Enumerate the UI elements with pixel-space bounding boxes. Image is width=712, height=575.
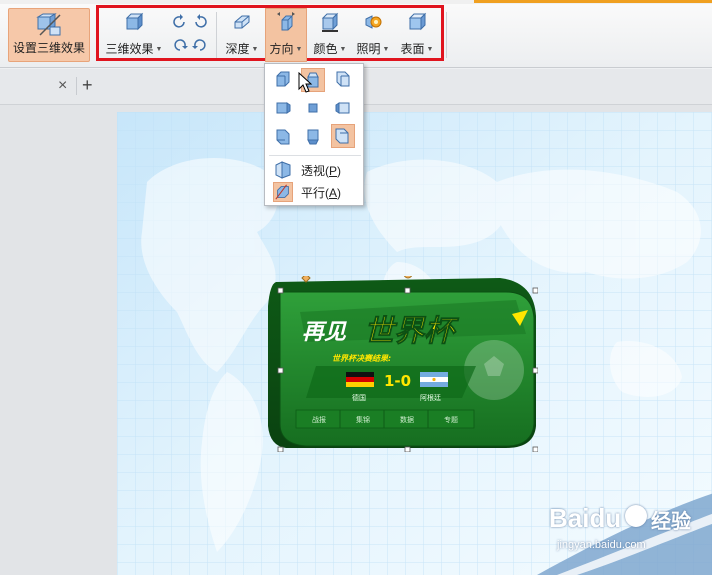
resize-handle[interactable] [277,287,284,294]
parallel-icon [273,182,293,202]
banner-tab-4: 专题 [444,415,458,424]
title-accent [474,0,712,3]
direction-menu: 透视(P) 平行(A) [264,63,364,206]
argentina-flag-icon [420,372,448,387]
banner-subtitle: 世界杯决赛结果: [332,354,391,363]
mouse-cursor-icon [298,72,313,93]
banner-title-yellow: 世界杯 [364,314,460,349]
direction-bottom-icon [307,129,319,145]
new-tab-icon[interactable]: + [82,75,100,95]
tab-divider [76,77,77,95]
resize-handle[interactable] [532,367,538,374]
close-tab-icon[interactable]: × [58,77,74,95]
resize-handle[interactable] [404,446,411,452]
rotation-handle[interactable] [403,276,413,279]
menu-divider [269,155,361,156]
3d-color-icon [321,12,339,32]
direction-none-icon [308,103,318,113]
separator [446,12,447,58]
chevron-down-icon: ▼ [251,46,259,54]
color-dropdown[interactable]: 颜色 ▼ [310,10,350,60]
resize-handle[interactable] [532,446,538,452]
tilt-down-icon[interactable] [172,38,188,54]
direction-left-icon [276,102,291,114]
direction-option[interactable] [301,124,325,148]
resize-handle[interactable] [277,446,284,452]
ribbon-toolbar: 设置三维效果 三维效果 ▼ 深度 ▼ 方向 ▼ 颜色 ▼ 照明 ▼ 表面 ▼ [0,4,712,68]
adjust-handle[interactable] [301,276,311,283]
perspective-label: 透视 [301,164,326,178]
parallel-hotkey: A [329,186,338,200]
banner-tab-3: 数据 [400,415,414,424]
score-text: 1-0 [384,372,411,390]
perspective-hotkey: P [329,164,338,178]
rotate-group [170,12,210,56]
surface-icon [408,12,427,31]
team-right-label: 阿根廷 [420,393,441,402]
direction-right-icon [335,102,350,114]
banner-tab-1: 战报 [312,415,326,424]
direction-option[interactable] [331,96,355,120]
lighting-dropdown[interactable]: 照明 ▼ [353,10,393,60]
chevron-down-icon: ▼ [339,46,347,54]
direction-top-left-icon [276,71,290,87]
direction-option[interactable] [331,124,355,148]
3d-banner-shape[interactable]: 再见 世界杯 世界杯决赛结果: 1-0 德国 阿根廷 战报 集锦 数据 专题 [266,276,538,452]
direction-option[interactable] [271,68,295,92]
chevron-down-icon: ▼ [155,46,163,54]
resize-handle[interactable] [532,287,538,294]
tilt-up-icon[interactable] [192,38,208,54]
watermark-url: jingyan.baidu.com [557,539,646,551]
lighting-icon [365,15,382,29]
team-left-label: 德国 [352,393,366,402]
surface-dropdown[interactable]: 表面 ▼ [396,10,438,60]
direction-top-right-icon [336,71,350,87]
parallel-label: 平行 [301,186,326,200]
direction-option[interactable] [331,68,355,92]
3d-effects-dropdown[interactable]: 三维效果 ▼ [104,10,164,60]
baidu-watermark: Baidu 经验 jingyan.baidu.com [545,497,710,557]
color-label: 颜色 [313,42,338,56]
direction-bottom-left-icon [276,129,290,145]
depth-label: 深度 [225,42,250,56]
depth-icon [234,15,250,29]
rotate-left-icon[interactable] [172,14,188,30]
resize-handle[interactable] [404,287,411,294]
direction-bottom-right-icon [335,128,349,144]
resize-handle[interactable] [277,367,284,374]
direction-label: 方向 [269,42,294,56]
parallel-menu-item[interactable]: 平行(A) [269,181,361,203]
banner-tab-2: 集锦 [356,415,370,424]
banner-title-white: 再见 [302,320,347,345]
depth-dropdown[interactable]: 深度 ▼ [222,10,262,60]
germany-flag-icon [346,372,374,387]
direction-option[interactable] [271,124,295,148]
paw-icon [625,505,647,527]
set-3d-effect-label: 设置三维效果 [12,41,85,55]
perspective-menu-item[interactable]: 透视(P) [269,159,361,181]
direction-dropdown[interactable]: 方向 ▼ [265,8,307,62]
set-3d-effect-button[interactable]: 设置三维效果 [8,8,90,62]
separator [216,12,217,58]
perspective-icon [275,161,291,179]
chevron-down-icon: ▼ [382,46,390,54]
rotate-right-icon[interactable] [192,14,208,30]
direction-icon [277,12,295,31]
watermark-sub: 经验 [651,511,691,533]
3d-cube-icon [125,12,144,31]
watermark-brand: Baidu [549,503,622,533]
direction-option[interactable] [301,96,325,120]
lighting-label: 照明 [356,42,381,56]
surface-label: 表面 [400,42,425,56]
3d-effects-label: 三维效果 [105,42,154,56]
direction-option[interactable] [271,96,295,120]
chevron-down-icon: ▼ [295,46,303,54]
3d-toggle-icon [36,13,61,36]
chevron-down-icon: ▼ [426,46,434,54]
